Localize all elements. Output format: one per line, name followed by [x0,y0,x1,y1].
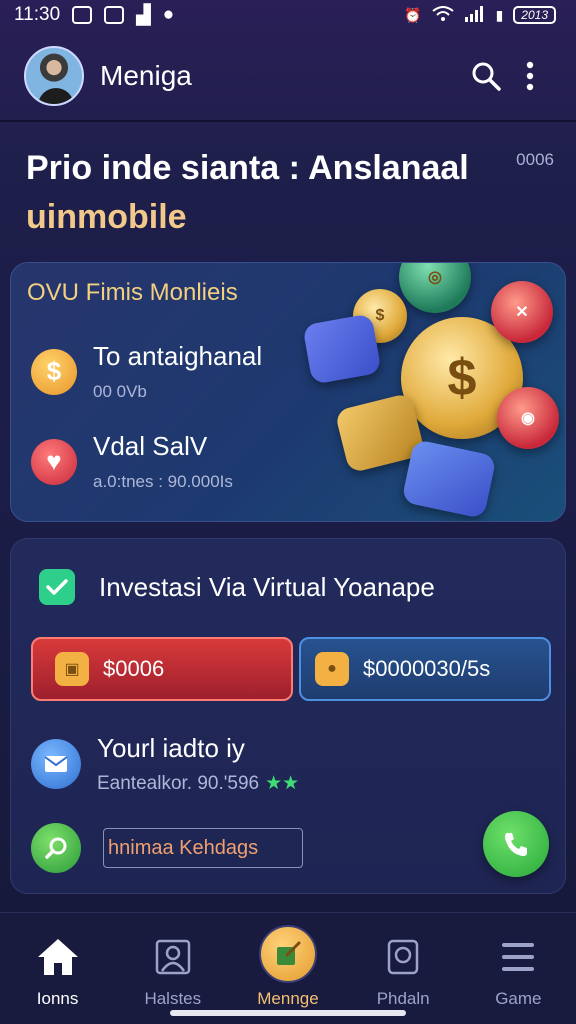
bottom-nav: Ionns Halstes Mennge Phdaln Game [0,912,576,1024]
investment-card: Investasi Via Virtual Yoanape ▣ $0006 ● … [10,538,566,894]
blue-amount-label: $0000030/5s [363,656,491,681]
hero-heading: Prio inde sianta : Anslanaal uinmobile [26,149,476,237]
nav-item-home[interactable]: Ionns [3,931,113,1009]
app-bar: Meniga [0,36,576,116]
battery-indicator: 2013 [513,6,556,24]
nav-label: Ionns [36,989,79,1008]
menu-icon [492,931,544,983]
funds-item-title: To antaighanal [93,341,263,371]
blue-amount-button[interactable]: ● $0000030/5s [299,637,551,701]
funds-item[interactable]: ♥ Vdal SalV a.0:tnes : 90.000Is [31,431,233,492]
list-item-sub: Eantealkor. 90.'596 ★★ [97,772,299,795]
app-notification-icon: ● [162,4,175,25]
funds-item-sub: 00 0Vb [93,382,147,401]
nav-label: Mennge [257,989,319,1008]
nav-item-manage[interactable]: Mennge [233,925,343,1009]
nav-label: Game [495,989,542,1008]
red-amount-button[interactable]: ▣ $0006 [31,637,293,701]
call-button[interactable] [483,811,549,877]
investment-card-title: Investasi Via Virtual Yoanape [99,571,435,602]
funds-item-title: Vdal SalV [93,431,208,461]
signal-icon [464,5,486,25]
nav-label: Halstes [144,989,202,1008]
list-item-sub-text: Eantealkor. 90.'596 [97,773,260,794]
notification-icon [72,6,93,24]
list-item-title: Yourl iadto iy [97,733,245,763]
nav-label: Phdaln [376,989,430,1008]
hero-subtitle: uinmobile [26,198,187,237]
nav-item-game[interactable]: Game [463,931,573,1009]
status-bar-left: 11:30 ▟ ● [14,4,174,27]
home-icon [32,931,84,983]
manage-icon [258,925,317,983]
search-icon [31,823,81,873]
coin-icon: ◉ [497,387,559,449]
nav-item-profile[interactable]: Halstes [118,931,228,1009]
hero-title: Prio inde sianta : Anslanaal [26,149,469,187]
device-icon [377,931,429,983]
list-item[interactable]: Yourl iadto iy Eantealkor. 90.'596 ★★ [31,733,299,795]
card-icon [401,438,497,520]
wallet-icon: ▣ [55,652,89,686]
chart-notification-icon: ▟ [136,4,151,26]
rating-stars: ★★ [265,773,300,794]
status-bar: 11:30 ▟ ● ⏰ ▮ 2013 [0,0,576,30]
chart-icon [302,313,382,385]
status-bar-right: ⏰ ▮ 2013 [404,5,556,25]
coin-icon: ● [315,652,349,686]
funds-item-sub: a.0:tnes : 90.000Is [93,472,233,491]
hero-badge: 0006 [516,150,554,169]
phone-icon [505,833,527,856]
wifi-icon [431,5,454,25]
app-title: Meniga [100,60,192,91]
more-vert-icon [526,61,534,91]
status-time: 11:30 [14,4,61,25]
heart-icon: ♥ [31,438,77,485]
search-input[interactable]: hnimaa Kehdags [103,828,303,868]
coin-icon: ✕ [491,281,553,343]
mail-icon [31,739,81,789]
coin-icon: ◎ [399,263,471,313]
check-icon [39,569,75,605]
more-menu-button[interactable] [508,54,552,98]
nav-item-device[interactable]: Phdaln [348,931,458,1009]
search-icon [472,62,501,91]
dollar-icon: $ [31,348,77,395]
funds-card[interactable]: OVU Fimis Monlieis $ To antaighanal 00 0… [10,262,566,522]
search-row: hnimaa Kehdags [31,823,303,873]
divider [0,120,576,122]
funds-item[interactable]: $ To antaighanal 00 0Vb [31,341,262,402]
avatar[interactable] [24,46,84,106]
red-amount-label: $0006 [103,656,165,681]
alarm-icon: ⏰ [404,6,422,23]
profile-icon [147,931,199,983]
funds-card-title: OVU Fimis Monlieis [27,279,238,306]
notification-icon [104,6,125,24]
search-button[interactable] [464,54,508,98]
investment-card-header: Investasi Via Virtual Yoanape [39,569,435,605]
home-indicator[interactable] [170,1010,406,1016]
sim-icon: ▮ [495,6,504,23]
